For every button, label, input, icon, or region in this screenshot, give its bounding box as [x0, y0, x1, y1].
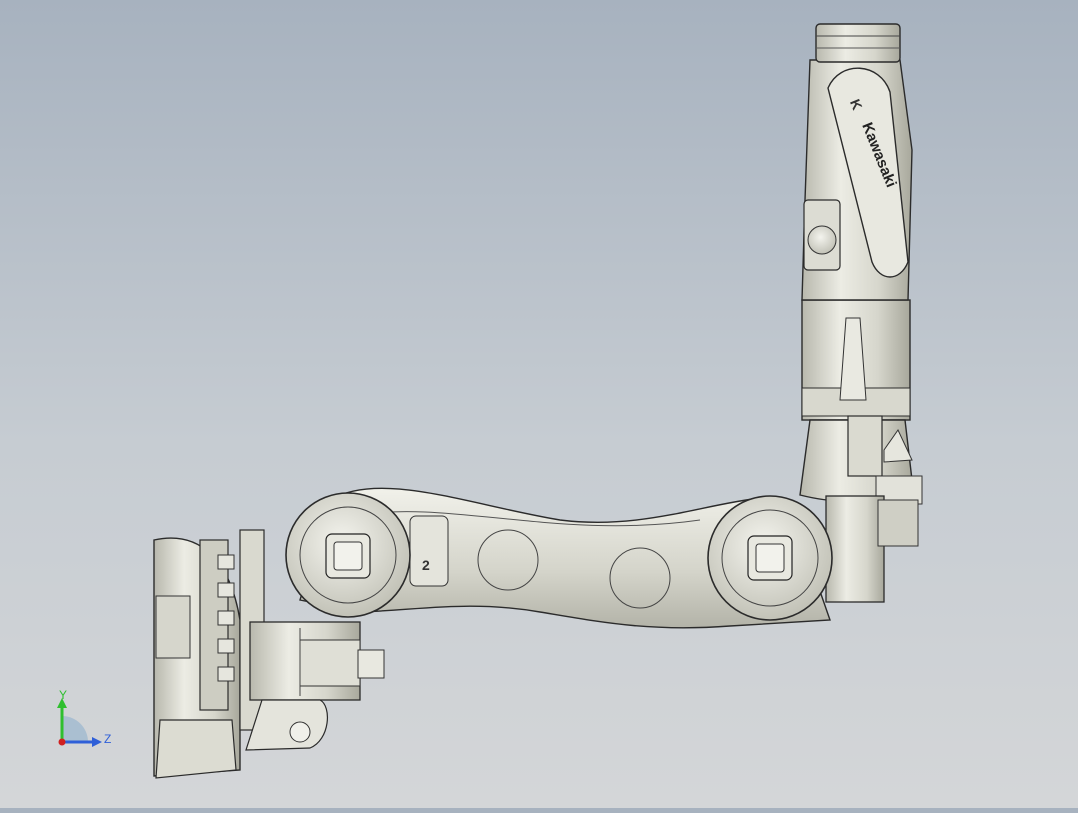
wrist-flange	[815, 23, 901, 63]
triad-y-label: Y	[59, 688, 68, 702]
elbow-motor-box	[847, 415, 883, 477]
base-cover-plate	[155, 595, 191, 659]
cad-viewport[interactable]: 2 Kawasaki K Y Z	[0, 0, 1078, 808]
axis-2-mark: 2	[422, 557, 430, 573]
elbow-motor-housing	[825, 495, 885, 603]
triad-plane	[62, 716, 88, 742]
base-foot	[155, 719, 237, 779]
triad-x-axis	[58, 738, 66, 746]
robot-arm-model: 2 Kawasaki K	[153, 23, 923, 779]
triad-z-label: Z	[104, 732, 112, 746]
